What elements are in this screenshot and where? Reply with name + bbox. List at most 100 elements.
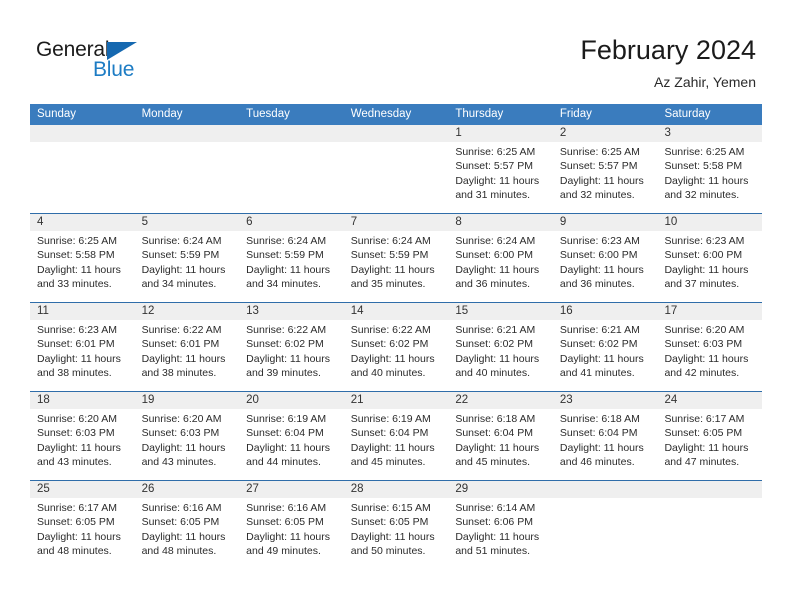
weekday-header-wednesday: Wednesday — [350, 108, 412, 120]
calendar-day-cell[interactable]: 3 Sunrise: 6:25 AM Sunset: 5:58 PM Daylight… — [657, 125, 762, 213]
sunrise-text: Sunrise: 6:15 AM — [350, 502, 431, 514]
general-blue-logo[interactable]: General Blue — [36, 38, 166, 86]
calendar-week-cells: 25 Sunrise: 6:17 AM Sunset: 6:05 PM Dayligh… — [30, 481, 762, 569]
daylight-text-line2: and 35 minutes. — [350, 277, 426, 290]
sunset-text: Sunset: 6:02 PM — [350, 338, 429, 351]
sunrise-text: Sunrise: 6:25 AM — [664, 146, 745, 158]
sunset-text: Sunset: 6:04 PM — [559, 427, 638, 440]
daylight-text-line1: Daylight: 11 hours — [455, 441, 540, 454]
calendar-day-cell[interactable]: 8 Sunrise: 6:24 AM Sunset: 6:00 PM Daylight… — [448, 214, 553, 302]
sunset-text: Sunset: 5:59 PM — [246, 249, 324, 262]
sunset-text: Sunset: 6:01 PM — [141, 338, 220, 351]
sunrise-text: Sunrise: 6:24 AM — [455, 235, 536, 247]
daylight-text-line2: and 37 minutes. — [664, 277, 740, 290]
calendar-day-cell[interactable]: 18 Sunrise: 6:20 AM Sunset: 6:03 PM Dayligh… — [30, 392, 135, 480]
daylight-text-line1: Daylight: 11 hours — [141, 530, 226, 543]
daylight-text-line1: Daylight: 11 hours — [455, 174, 540, 187]
calendar-day-cell[interactable]: 7 Sunrise: 6:24 AM Sunset: 5:59 PM Daylight… — [344, 214, 449, 302]
calendar-day-cell[interactable]: 2 Sunrise: 6:25 AM Sunset: 5:57 PM Daylight… — [553, 125, 658, 213]
calendar-day-cell[interactable]: 28 Sunrise: 6:15 AM Sunset: 6:05 PM Dayligh… — [344, 481, 449, 569]
calendar-day-cell[interactable]: 14 Sunrise: 6:22 AM Sunset: 6:02 PM Dayligh… — [344, 303, 449, 391]
sunrise-text: Sunrise: 6:17 AM — [37, 502, 117, 514]
sunset-text: Sunset: 6:03 PM — [37, 427, 115, 440]
daylight-text-line2: and 46 minutes. — [559, 455, 635, 468]
daylight-text-line1: Daylight: 11 hours — [664, 263, 749, 276]
daylight-text-line1: Daylight: 11 hours — [37, 441, 121, 454]
sunset-text: Sunset: 6:04 PM — [246, 427, 324, 440]
sunset-text: Sunset: 6:00 PM — [455, 249, 533, 262]
sunrise-text: Sunrise: 6:18 AM — [455, 413, 536, 425]
daylight-text-line2: and 45 minutes. — [350, 455, 426, 468]
calendar-day-cell[interactable]: 10 Sunrise: 6:23 AM Sunset: 6:00 PM Dayligh… — [657, 214, 762, 302]
day-number: 21 — [350, 394, 364, 406]
calendar-day-cell[interactable]: 23 Sunrise: 6:18 AM Sunset: 6:04 PM Dayligh… — [553, 392, 658, 480]
calendar-week-row: 18 Sunrise: 6:20 AM Sunset: 6:03 PM Dayligh… — [30, 391, 762, 480]
calendar-week-cells: 11 Sunrise: 6:23 AM Sunset: 6:01 PM Dayligh… — [30, 303, 762, 391]
sunset-text: Sunset: 6:02 PM — [246, 338, 324, 351]
daylight-text-line2: and 39 minutes. — [246, 366, 321, 379]
calendar-day-cell-empty — [344, 125, 449, 213]
day-details: Sunrise: 6:18 AM Sunset: 6:04 PM Daylight:… — [455, 412, 547, 469]
calendar-day-cell[interactable]: 6 Sunrise: 6:24 AM Sunset: 5:59 PM Daylight… — [239, 214, 344, 302]
daylight-text-line1: Daylight: 11 hours — [455, 352, 540, 365]
calendar-week-cells: 4 Sunrise: 6:25 AM Sunset: 5:58 PM Daylight… — [30, 214, 762, 302]
page-title: February 2024 — [580, 35, 756, 65]
daylight-text-line1: Daylight: 11 hours — [246, 352, 331, 365]
calendar-day-cell[interactable]: 29 Sunrise: 6:14 AM Sunset: 6:06 PM Dayligh… — [448, 481, 553, 569]
calendar-day-cell[interactable]: 21 Sunrise: 6:19 AM Sunset: 6:04 PM Dayligh… — [344, 392, 449, 480]
calendar-day-cell[interactable]: 22 Sunrise: 6:18 AM Sunset: 6:04 PM Dayligh… — [448, 392, 553, 480]
daylight-text-line2: and 36 minutes. — [559, 277, 635, 290]
calendar-day-cell[interactable]: 13 Sunrise: 6:22 AM Sunset: 6:02 PM Dayligh… — [239, 303, 344, 391]
calendar-day-cell[interactable]: 26 Sunrise: 6:16 AM Sunset: 6:05 PM Dayligh… — [135, 481, 240, 569]
daylight-text-line2: and 41 minutes. — [559, 366, 635, 379]
day-number: 11 — [37, 305, 49, 317]
sunrise-text: Sunrise: 6:19 AM — [246, 413, 327, 425]
day-details: Sunrise: 6:22 AM Sunset: 6:01 PM Daylight:… — [142, 323, 234, 380]
daylight-text-line1: Daylight: 11 hours — [455, 530, 540, 543]
calendar-week-cells: 1 Sunrise: 6:25 AM Sunset: 5:57 PM Daylight… — [30, 125, 762, 213]
calendar-day-cell[interactable]: 25 Sunrise: 6:17 AM Sunset: 6:05 PM Dayligh… — [30, 481, 135, 569]
sunset-text: Sunset: 5:58 PM — [37, 249, 115, 262]
sunrise-text: Sunrise: 6:18 AM — [559, 413, 640, 425]
calendar-day-cell[interactable]: 9 Sunrise: 6:23 AM Sunset: 6:00 PM Daylight… — [553, 214, 658, 302]
calendar-day-cell[interactable]: 16 Sunrise: 6:21 AM Sunset: 6:02 PM Dayligh… — [553, 303, 658, 391]
sunrise-text: Sunrise: 6:21 AM — [455, 324, 536, 336]
calendar-day-cell[interactable]: 4 Sunrise: 6:25 AM Sunset: 5:58 PM Daylight… — [30, 214, 135, 302]
day-number: 13 — [246, 305, 259, 317]
calendar-day-cell[interactable]: 15 Sunrise: 6:21 AM Sunset: 6:02 PM Dayligh… — [448, 303, 553, 391]
daylight-text-line2: and 48 minutes. — [37, 544, 112, 557]
sunrise-text: Sunrise: 6:20 AM — [37, 413, 117, 425]
day-number: 5 — [141, 216, 148, 228]
day-number: 1 — [455, 127, 462, 139]
calendar-day-cell[interactable]: 19 Sunrise: 6:20 AM Sunset: 6:03 PM Dayligh… — [135, 392, 240, 480]
daylight-text-line2: and 33 minutes. — [37, 277, 112, 290]
daylight-text-line2: and 43 minutes. — [37, 455, 112, 468]
calendar-day-cell[interactable]: 11 Sunrise: 6:23 AM Sunset: 6:01 PM Dayligh… — [30, 303, 135, 391]
day-number: 15 — [455, 305, 469, 317]
sunrise-text: Sunrise: 6:25 AM — [559, 146, 640, 158]
day-number: 20 — [246, 394, 259, 406]
calendar-day-cell[interactable]: 1 Sunrise: 6:25 AM Sunset: 5:57 PM Daylight… — [448, 125, 553, 213]
sunrise-text: Sunrise: 6:23 AM — [37, 324, 117, 336]
calendar-day-cell[interactable]: 17 Sunrise: 6:20 AM Sunset: 6:03 PM Dayligh… — [657, 303, 762, 391]
day-number: 9 — [559, 216, 567, 228]
day-details: Sunrise: 6:16 AM Sunset: 6:05 PM Daylight:… — [246, 501, 338, 558]
sunrise-text: Sunrise: 6:23 AM — [559, 235, 640, 247]
day-number: 12 — [141, 305, 155, 317]
calendar-day-cell-empty — [239, 125, 344, 213]
daylight-text-line1: Daylight: 11 hours — [350, 263, 435, 276]
sunset-text: Sunset: 5:59 PM — [141, 249, 220, 262]
daylight-text-line2: and 34 minutes. — [246, 277, 321, 290]
day-details: Sunrise: 6:19 AM Sunset: 6:04 PM Daylight:… — [351, 412, 443, 469]
calendar-day-cell[interactable]: 5 Sunrise: 6:24 AM Sunset: 5:59 PM Daylight… — [135, 214, 240, 302]
calendar-day-cell[interactable]: 24 Sunrise: 6:17 AM Sunset: 6:05 PM Dayligh… — [657, 392, 762, 480]
sunset-text: Sunset: 6:05 PM — [350, 516, 429, 529]
daylight-text-line1: Daylight: 11 hours — [246, 441, 331, 454]
calendar-grid: Sunday Monday Tuesday Wednesday Thursday… — [30, 104, 762, 569]
daylight-text-line1: Daylight: 11 hours — [559, 174, 644, 187]
calendar-day-cell[interactable]: 27 Sunrise: 6:16 AM Sunset: 6:05 PM Dayligh… — [239, 481, 344, 569]
calendar-day-cell[interactable]: 12 Sunrise: 6:22 AM Sunset: 6:01 PM Dayligh… — [135, 303, 240, 391]
day-details: Sunrise: 6:15 AM Sunset: 6:05 PM Daylight:… — [351, 501, 443, 558]
sunset-text: Sunset: 5:59 PM — [350, 249, 429, 262]
calendar-day-cell[interactable]: 20 Sunrise: 6:19 AM Sunset: 6:04 PM Dayligh… — [239, 392, 344, 480]
